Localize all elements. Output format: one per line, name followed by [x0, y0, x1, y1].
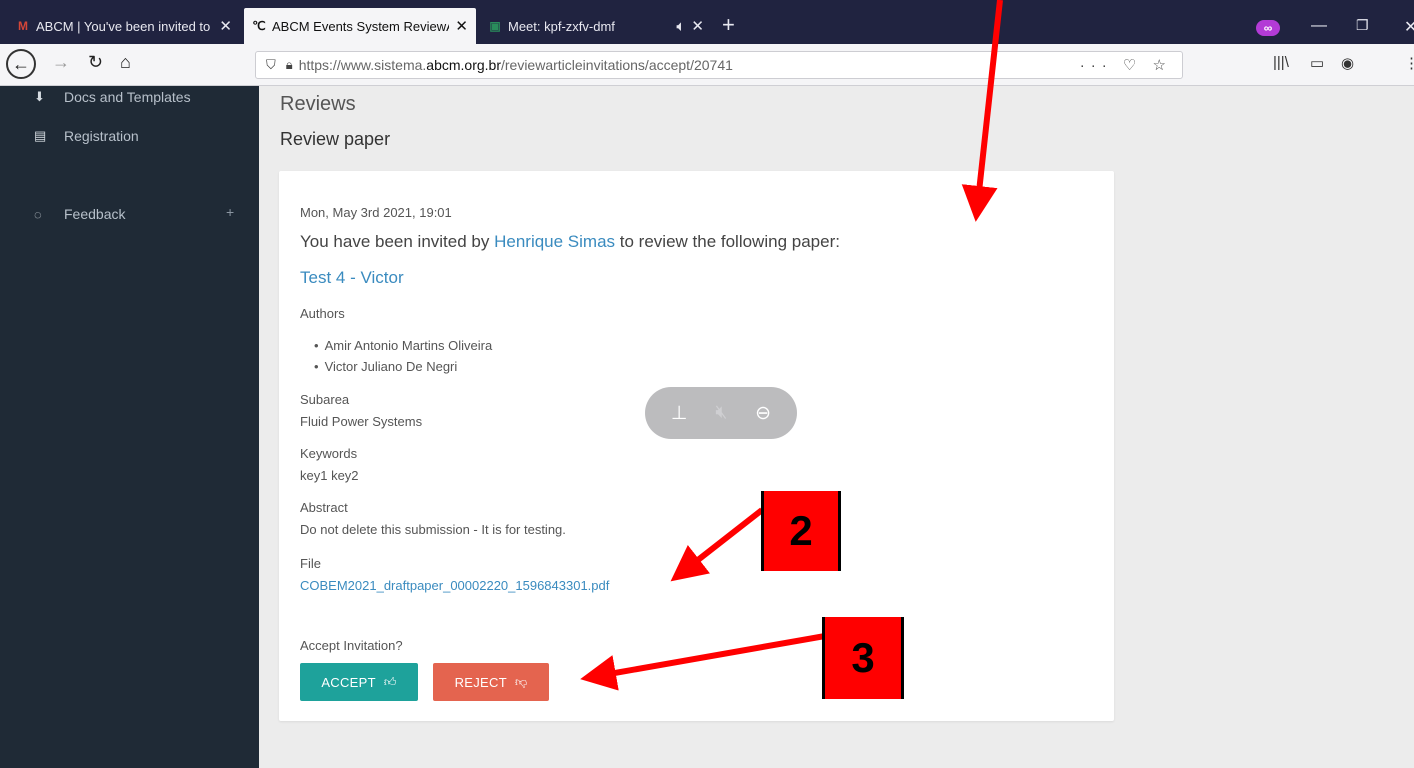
- tab-label: ABCM | You've been invited to: [36, 18, 211, 34]
- gmail-icon: M: [18, 19, 28, 33]
- mute-icon[interactable]: 🔇︎: [715, 402, 727, 424]
- reload-icon[interactable]: ↻: [88, 52, 103, 73]
- minimize-icon[interactable]: —: [1311, 17, 1327, 35]
- pin-icon[interactable]: ⊥: [671, 402, 688, 425]
- page-subtitle: Review paper: [280, 129, 391, 149]
- list-item: Victor Juliano De Negri: [314, 356, 492, 377]
- sidebar-item-docs-templates[interactable]: ⬇ Docs and Templates: [34, 89, 191, 105]
- abstract-value: Do not delete this submission - It is fo…: [300, 522, 566, 537]
- minimize-circle-icon[interactable]: ⊖: [755, 402, 771, 425]
- browser-tab-strip: M ABCM | You've been invited to ✕ ℃ ABCM…: [0, 0, 1414, 44]
- tab-meet[interactable]: ▣ Meet: kpf-zxfv-dmf 🔈︎ ✕: [480, 8, 712, 44]
- close-icon[interactable]: ✕: [455, 17, 468, 35]
- screen: M ABCM | You've been invited to ✕ ℃ ABCM…: [0, 0, 1414, 768]
- chat-icon: ◌: [34, 206, 42, 222]
- authors-label: Authors: [300, 306, 345, 321]
- close-icon[interactable]: ✕: [691, 17, 704, 35]
- new-tab-button[interactable]: +: [722, 14, 735, 36]
- document-icon: ▤: [34, 128, 47, 143]
- inviter-link[interactable]: Henrique Simas: [494, 232, 615, 251]
- meet-icon: ▣: [489, 19, 501, 33]
- meet-floating-toolbar: ⊥ 🔇︎ ⊖: [645, 387, 797, 439]
- sidebar-item-label: Docs and Templates: [64, 89, 191, 105]
- subarea-label: Subarea: [300, 392, 350, 407]
- paper-title-link[interactable]: Test 4 - Victor: [300, 268, 404, 288]
- tab-label: ABCM Events System ReviewAr: [272, 18, 450, 34]
- subarea-value: Fluid Power Systems: [300, 414, 423, 429]
- list-item: Amir Antonio Martins Oliveira: [314, 335, 493, 356]
- accept-button-label: ACCEPT: [321, 674, 376, 690]
- page-actions-icons[interactable]: ··· ♡ ☆: [1080, 56, 1172, 74]
- invitation-suffix: to review the following paper:: [615, 232, 840, 251]
- tab-abcm-review[interactable]: ℃ ABCM Events System ReviewAr ✕: [244, 8, 476, 44]
- accept-button[interactable]: ACCEPT 👍︎: [300, 663, 418, 701]
- sidebar-item-label: Registration: [64, 128, 139, 144]
- download-icon: ⬇: [34, 89, 45, 104]
- back-arrow-icon[interactable]: ←: [6, 49, 36, 79]
- tab-label: Meet: kpf-zxfv-dmf: [508, 18, 615, 34]
- close-icon[interactable]: ✕: [219, 17, 232, 35]
- account-icon[interactable]: ◉: [1341, 54, 1354, 72]
- tracking-shield-icon[interactable]: ⛉: [266, 57, 276, 73]
- restore-icon[interactable]: ❐: [1356, 17, 1369, 34]
- annotation-marker-3: 3: [822, 617, 904, 699]
- reject-button-label: REJECT: [454, 674, 507, 690]
- lock-icon[interactable]: 🔒︎: [286, 57, 293, 73]
- sidebar-item-label: Feedback: [64, 206, 126, 222]
- authors-list: Amir Antonio Martins Oliveira Victor Jul…: [314, 335, 493, 377]
- keywords-value: key1 key2: [300, 468, 359, 483]
- forward-arrow-icon[interactable]: →: [52, 52, 70, 73]
- file-download-link[interactable]: COBEM2021_draftpaper_00002220_1596843301…: [300, 578, 609, 593]
- tab-gmail[interactable]: M ABCM | You've been invited to ✕: [8, 8, 240, 44]
- sidebar: ⬇ Docs and Templates ▤ Registration ◌ Fe…: [0, 86, 259, 768]
- private-browsing-icon: ∞: [1256, 20, 1280, 36]
- keywords-label: Keywords: [300, 446, 358, 461]
- reject-button[interactable]: REJECT 👎︎: [433, 663, 549, 701]
- abstract-label: Abstract: [300, 500, 348, 515]
- url-path: /reviewarticleinvitations/accept/20741: [500, 57, 733, 73]
- file-label: File: [300, 556, 321, 571]
- menu-icon[interactable]: ⋮: [1404, 54, 1414, 72]
- sidebar-item-feedback[interactable]: ◌ Feedback: [34, 206, 125, 222]
- page-title: Reviews: [280, 93, 356, 115]
- abcm-logo-icon: ℃: [252, 19, 266, 33]
- invitation-prefix: You have been invited by: [300, 232, 495, 251]
- speaker-icon[interactable]: 🔈︎: [676, 18, 685, 35]
- url-scheme: https://www.sistema.: [298, 57, 427, 73]
- invitation-message: You have been invited by Henrique Simas …: [300, 232, 840, 252]
- annotation-marker-2: 2: [761, 491, 841, 571]
- accept-question: Accept Invitation?: [300, 638, 403, 653]
- library-icon[interactable]: |||\: [1273, 54, 1289, 71]
- review-invitation-card: Mon, May 3rd 2021, 19:01 You have been i…: [279, 171, 1114, 721]
- expand-plus-icon[interactable]: +: [226, 204, 234, 220]
- home-icon[interactable]: ⌂: [120, 52, 131, 73]
- window-close-icon[interactable]: ✕: [1404, 17, 1414, 37]
- sidebar-toggle-icon[interactable]: ▭: [1310, 54, 1324, 72]
- thumbs-up-icon: 👍︎: [383, 674, 397, 689]
- thumbs-down-icon: 👎︎: [514, 674, 528, 689]
- sidebar-item-registration[interactable]: ▤ Registration: [34, 128, 139, 144]
- url-bar[interactable]: ⛉ 🔒︎ https://www.sistema. abcm.org.br/rev…: [255, 51, 1183, 79]
- invitation-date: Mon, May 3rd 2021, 19:01: [300, 205, 452, 220]
- url-host: abcm.org.br: [426, 57, 501, 73]
- browser-nav-bar: ← → ↻ ⌂ ⛉ 🔒︎ https://www.sistema. abcm.or…: [0, 44, 1414, 86]
